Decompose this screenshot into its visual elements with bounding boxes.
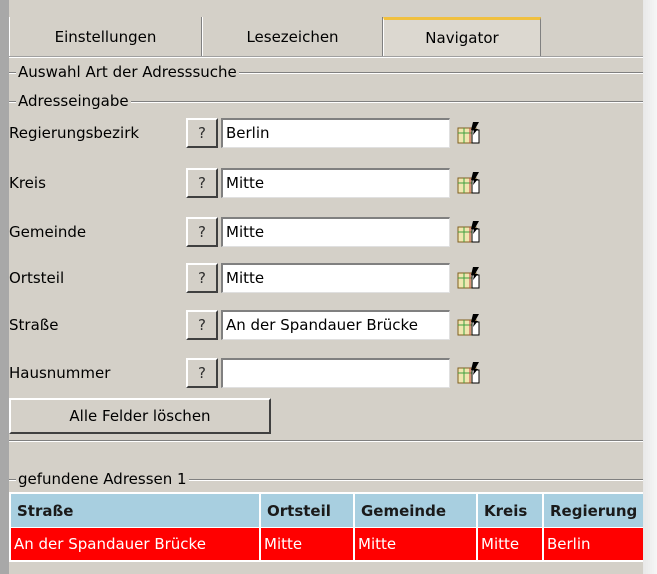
page: Einstellungen Lesezeichen Navigator Ausw… xyxy=(0,0,657,574)
cell-regierung: Berlin xyxy=(544,528,657,560)
divider xyxy=(9,478,16,481)
tab-navigator[interactable]: Navigator xyxy=(383,17,541,56)
row-hausnummer: Hausnummer ? xyxy=(9,358,529,388)
tab-divider xyxy=(9,56,657,58)
column-header-ortsteil[interactable]: Ortsteil xyxy=(261,494,353,527)
field-label: Kreis xyxy=(9,174,46,192)
table-row[interactable]: An der Spandauer Brücke Mitte Mitte Mitt… xyxy=(11,528,657,561)
tab-bar: Einstellungen Lesezeichen Navigator xyxy=(9,17,657,56)
tab-label: Navigator xyxy=(425,29,499,47)
help-button[interactable]: ? xyxy=(186,358,218,388)
field-label: Regierungsbezirk xyxy=(9,124,140,142)
regierungsbezirk-field[interactable]: Berlin xyxy=(221,118,450,148)
navigator-panel: Einstellungen Lesezeichen Navigator Ausw… xyxy=(9,0,657,574)
help-button[interactable]: ? xyxy=(186,217,218,247)
row-ortsteil: Ortsteil ? Mitte xyxy=(9,263,529,293)
column-header-gemeinde[interactable]: Gemeinde xyxy=(355,494,476,527)
group-title: gefundene Adressen 1 xyxy=(18,470,187,488)
map-pick-icon[interactable] xyxy=(457,220,485,244)
divider xyxy=(9,71,16,74)
cell-kreis: Mitte xyxy=(478,528,542,560)
divider xyxy=(130,100,657,103)
cell-strasse: An der Spandauer Brücke xyxy=(11,528,259,560)
group-address-input: Adresseingabe xyxy=(9,91,657,111)
table-header: Straße Ortsteil Gemeinde Kreis Regierung xyxy=(11,494,657,527)
group-found-addresses: gefundene Adressen 1 xyxy=(9,469,657,489)
ortsteil-field[interactable]: Mitte xyxy=(221,263,450,293)
row-kreis: Kreis ? Mitte xyxy=(9,168,529,198)
group-title: Auswahl Art der Adresssuche xyxy=(18,63,237,81)
column-header-regierung[interactable]: Regierung xyxy=(544,494,657,527)
cell-ortsteil: Mitte xyxy=(261,528,353,560)
results-table: Straße Ortsteil Gemeinde Kreis Regierung… xyxy=(9,492,657,562)
gemeinde-field[interactable]: Mitte xyxy=(221,217,450,247)
row-regierungsbezirk: Regierungsbezirk ? Berlin xyxy=(9,118,529,148)
column-header-kreis[interactable]: Kreis xyxy=(478,494,542,527)
map-pick-icon[interactable] xyxy=(457,171,485,195)
hausnummer-field[interactable] xyxy=(221,358,450,388)
map-pick-icon[interactable] xyxy=(457,313,485,337)
tab-lesezeichen[interactable]: Lesezeichen xyxy=(202,17,383,56)
row-gemeinde: Gemeinde ? Mitte xyxy=(9,217,529,247)
map-pick-icon[interactable] xyxy=(457,361,485,385)
group-title: Adresseingabe xyxy=(18,92,129,110)
field-label: Straße xyxy=(9,316,59,334)
cell-gemeinde: Mitte xyxy=(355,528,476,560)
divider xyxy=(238,71,657,74)
column-header-strasse[interactable]: Straße xyxy=(11,494,259,527)
map-pick-icon[interactable] xyxy=(457,121,485,145)
tab-label: Lesezeichen xyxy=(246,27,339,46)
field-label: Gemeinde xyxy=(9,223,87,241)
divider xyxy=(9,100,16,103)
help-button[interactable]: ? xyxy=(186,263,218,293)
kreis-field[interactable]: Mitte xyxy=(221,168,450,198)
group-search-type: Auswahl Art der Adresssuche xyxy=(9,62,657,82)
row-strasse: Straße ? An der Spandauer Brücke xyxy=(9,310,529,340)
divider xyxy=(9,440,657,442)
clear-all-button[interactable]: Alle Felder löschen xyxy=(9,398,271,434)
field-label: Hausnummer xyxy=(9,364,111,382)
divider xyxy=(188,478,657,481)
right-border xyxy=(643,0,657,574)
left-border xyxy=(0,0,9,574)
tab-einstellungen[interactable]: Einstellungen xyxy=(9,17,202,56)
map-pick-icon[interactable] xyxy=(457,266,485,290)
help-button[interactable]: ? xyxy=(186,310,218,340)
strasse-field[interactable]: An der Spandauer Brücke xyxy=(221,310,450,340)
tab-label: Einstellungen xyxy=(54,27,157,46)
help-button[interactable]: ? xyxy=(186,118,218,148)
help-button[interactable]: ? xyxy=(186,168,218,198)
field-label: Ortsteil xyxy=(9,269,65,287)
